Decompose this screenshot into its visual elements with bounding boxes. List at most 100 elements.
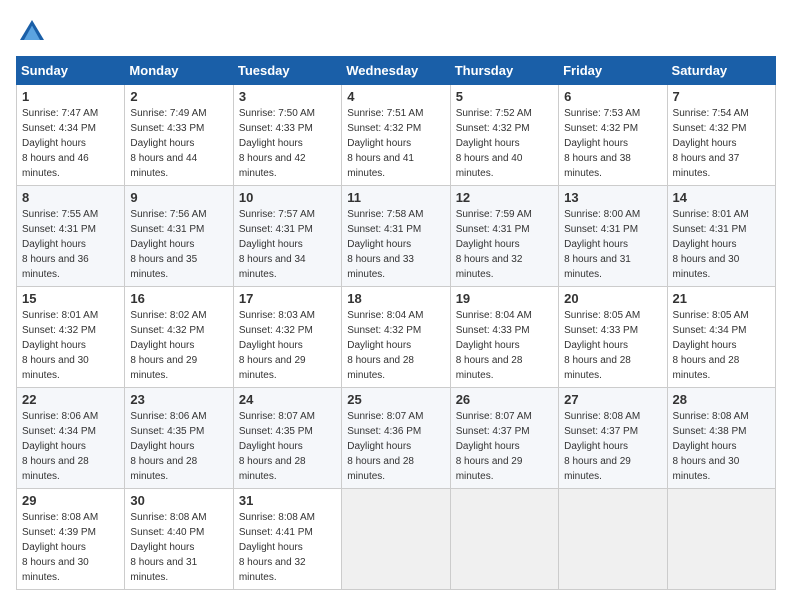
day-info: Sunrise: 7:47 AM Sunset: 4:34 PM Dayligh… [22,106,119,181]
day-number: 27 [564,392,661,407]
day-number: 1 [22,89,119,104]
day-number: 4 [347,89,444,104]
weekday-header: Friday [559,57,667,85]
calendar-cell: 27 Sunrise: 8:08 AM Sunset: 4:37 PM Dayl… [559,388,667,489]
day-info: Sunrise: 7:55 AM Sunset: 4:31 PM Dayligh… [22,207,119,282]
calendar-cell [667,489,775,590]
logo-icon [16,16,48,48]
day-info: Sunrise: 8:04 AM Sunset: 4:32 PM Dayligh… [347,308,444,383]
calendar-cell: 31 Sunrise: 8:08 AM Sunset: 4:41 PM Dayl… [233,489,341,590]
weekday-header: Tuesday [233,57,341,85]
calendar-cell: 11 Sunrise: 7:58 AM Sunset: 4:31 PM Dayl… [342,186,450,287]
weekday-header: Sunday [17,57,125,85]
calendar-cell: 8 Sunrise: 7:55 AM Sunset: 4:31 PM Dayli… [17,186,125,287]
weekday-header: Wednesday [342,57,450,85]
day-info: Sunrise: 7:53 AM Sunset: 4:32 PM Dayligh… [564,106,661,181]
day-number: 22 [22,392,119,407]
calendar-cell: 14 Sunrise: 8:01 AM Sunset: 4:31 PM Dayl… [667,186,775,287]
day-number: 10 [239,190,336,205]
calendar-cell: 23 Sunrise: 8:06 AM Sunset: 4:35 PM Dayl… [125,388,233,489]
calendar-cell: 5 Sunrise: 7:52 AM Sunset: 4:32 PM Dayli… [450,85,558,186]
calendar-cell: 7 Sunrise: 7:54 AM Sunset: 4:32 PM Dayli… [667,85,775,186]
day-number: 13 [564,190,661,205]
day-number: 28 [673,392,770,407]
day-info: Sunrise: 8:08 AM Sunset: 4:38 PM Dayligh… [673,409,770,484]
day-number: 19 [456,291,553,306]
day-number: 14 [673,190,770,205]
weekday-header: Monday [125,57,233,85]
day-number: 30 [130,493,227,508]
calendar-cell: 13 Sunrise: 8:00 AM Sunset: 4:31 PM Dayl… [559,186,667,287]
calendar-cell: 22 Sunrise: 8:06 AM Sunset: 4:34 PM Dayl… [17,388,125,489]
calendar-cell: 18 Sunrise: 8:04 AM Sunset: 4:32 PM Dayl… [342,287,450,388]
day-info: Sunrise: 7:56 AM Sunset: 4:31 PM Dayligh… [130,207,227,282]
day-info: Sunrise: 8:08 AM Sunset: 4:40 PM Dayligh… [130,510,227,585]
calendar-cell: 21 Sunrise: 8:05 AM Sunset: 4:34 PM Dayl… [667,287,775,388]
calendar-cell: 1 Sunrise: 7:47 AM Sunset: 4:34 PM Dayli… [17,85,125,186]
day-number: 16 [130,291,227,306]
calendar-cell: 26 Sunrise: 8:07 AM Sunset: 4:37 PM Dayl… [450,388,558,489]
day-info: Sunrise: 8:07 AM Sunset: 4:37 PM Dayligh… [456,409,553,484]
day-info: Sunrise: 8:04 AM Sunset: 4:33 PM Dayligh… [456,308,553,383]
day-number: 31 [239,493,336,508]
day-info: Sunrise: 8:00 AM Sunset: 4:31 PM Dayligh… [564,207,661,282]
day-number: 5 [456,89,553,104]
day-number: 21 [673,291,770,306]
weekday-header: Thursday [450,57,558,85]
calendar-cell: 10 Sunrise: 7:57 AM Sunset: 4:31 PM Dayl… [233,186,341,287]
day-info: Sunrise: 8:07 AM Sunset: 4:35 PM Dayligh… [239,409,336,484]
calendar-cell: 3 Sunrise: 7:50 AM Sunset: 4:33 PM Dayli… [233,85,341,186]
calendar-cell [450,489,558,590]
day-info: Sunrise: 7:50 AM Sunset: 4:33 PM Dayligh… [239,106,336,181]
calendar-cell: 30 Sunrise: 8:08 AM Sunset: 4:40 PM Dayl… [125,489,233,590]
day-info: Sunrise: 8:06 AM Sunset: 4:34 PM Dayligh… [22,409,119,484]
calendar-cell: 29 Sunrise: 8:08 AM Sunset: 4:39 PM Dayl… [17,489,125,590]
day-number: 24 [239,392,336,407]
calendar-cell: 16 Sunrise: 8:02 AM Sunset: 4:32 PM Dayl… [125,287,233,388]
day-info: Sunrise: 7:58 AM Sunset: 4:31 PM Dayligh… [347,207,444,282]
day-info: Sunrise: 8:08 AM Sunset: 4:41 PM Dayligh… [239,510,336,585]
day-info: Sunrise: 7:49 AM Sunset: 4:33 PM Dayligh… [130,106,227,181]
calendar-cell: 9 Sunrise: 7:56 AM Sunset: 4:31 PM Dayli… [125,186,233,287]
day-number: 23 [130,392,227,407]
day-number: 25 [347,392,444,407]
day-number: 15 [22,291,119,306]
day-number: 9 [130,190,227,205]
day-info: Sunrise: 7:54 AM Sunset: 4:32 PM Dayligh… [673,106,770,181]
day-number: 11 [347,190,444,205]
calendar-cell: 15 Sunrise: 8:01 AM Sunset: 4:32 PM Dayl… [17,287,125,388]
calendar-cell: 24 Sunrise: 8:07 AM Sunset: 4:35 PM Dayl… [233,388,341,489]
day-number: 12 [456,190,553,205]
calendar-cell: 19 Sunrise: 8:04 AM Sunset: 4:33 PM Dayl… [450,287,558,388]
day-info: Sunrise: 8:05 AM Sunset: 4:34 PM Dayligh… [673,308,770,383]
logo [16,16,52,48]
day-number: 3 [239,89,336,104]
day-info: Sunrise: 8:02 AM Sunset: 4:32 PM Dayligh… [130,308,227,383]
day-info: Sunrise: 8:01 AM Sunset: 4:32 PM Dayligh… [22,308,119,383]
day-info: Sunrise: 7:57 AM Sunset: 4:31 PM Dayligh… [239,207,336,282]
day-number: 29 [22,493,119,508]
day-info: Sunrise: 8:05 AM Sunset: 4:33 PM Dayligh… [564,308,661,383]
page-header [16,16,776,48]
calendar-cell: 12 Sunrise: 7:59 AM Sunset: 4:31 PM Dayl… [450,186,558,287]
day-info: Sunrise: 8:08 AM Sunset: 4:39 PM Dayligh… [22,510,119,585]
day-number: 8 [22,190,119,205]
day-number: 18 [347,291,444,306]
calendar-cell: 4 Sunrise: 7:51 AM Sunset: 4:32 PM Dayli… [342,85,450,186]
calendar-table: SundayMondayTuesdayWednesdayThursdayFrid… [16,56,776,590]
day-number: 7 [673,89,770,104]
day-info: Sunrise: 7:59 AM Sunset: 4:31 PM Dayligh… [456,207,553,282]
day-info: Sunrise: 8:08 AM Sunset: 4:37 PM Dayligh… [564,409,661,484]
day-number: 17 [239,291,336,306]
calendar-cell: 20 Sunrise: 8:05 AM Sunset: 4:33 PM Dayl… [559,287,667,388]
day-number: 6 [564,89,661,104]
calendar-cell [559,489,667,590]
calendar-cell: 6 Sunrise: 7:53 AM Sunset: 4:32 PM Dayli… [559,85,667,186]
day-info: Sunrise: 8:03 AM Sunset: 4:32 PM Dayligh… [239,308,336,383]
day-number: 26 [456,392,553,407]
calendar-cell: 2 Sunrise: 7:49 AM Sunset: 4:33 PM Dayli… [125,85,233,186]
day-info: Sunrise: 7:51 AM Sunset: 4:32 PM Dayligh… [347,106,444,181]
day-info: Sunrise: 8:06 AM Sunset: 4:35 PM Dayligh… [130,409,227,484]
calendar-cell: 25 Sunrise: 8:07 AM Sunset: 4:36 PM Dayl… [342,388,450,489]
day-info: Sunrise: 8:01 AM Sunset: 4:31 PM Dayligh… [673,207,770,282]
